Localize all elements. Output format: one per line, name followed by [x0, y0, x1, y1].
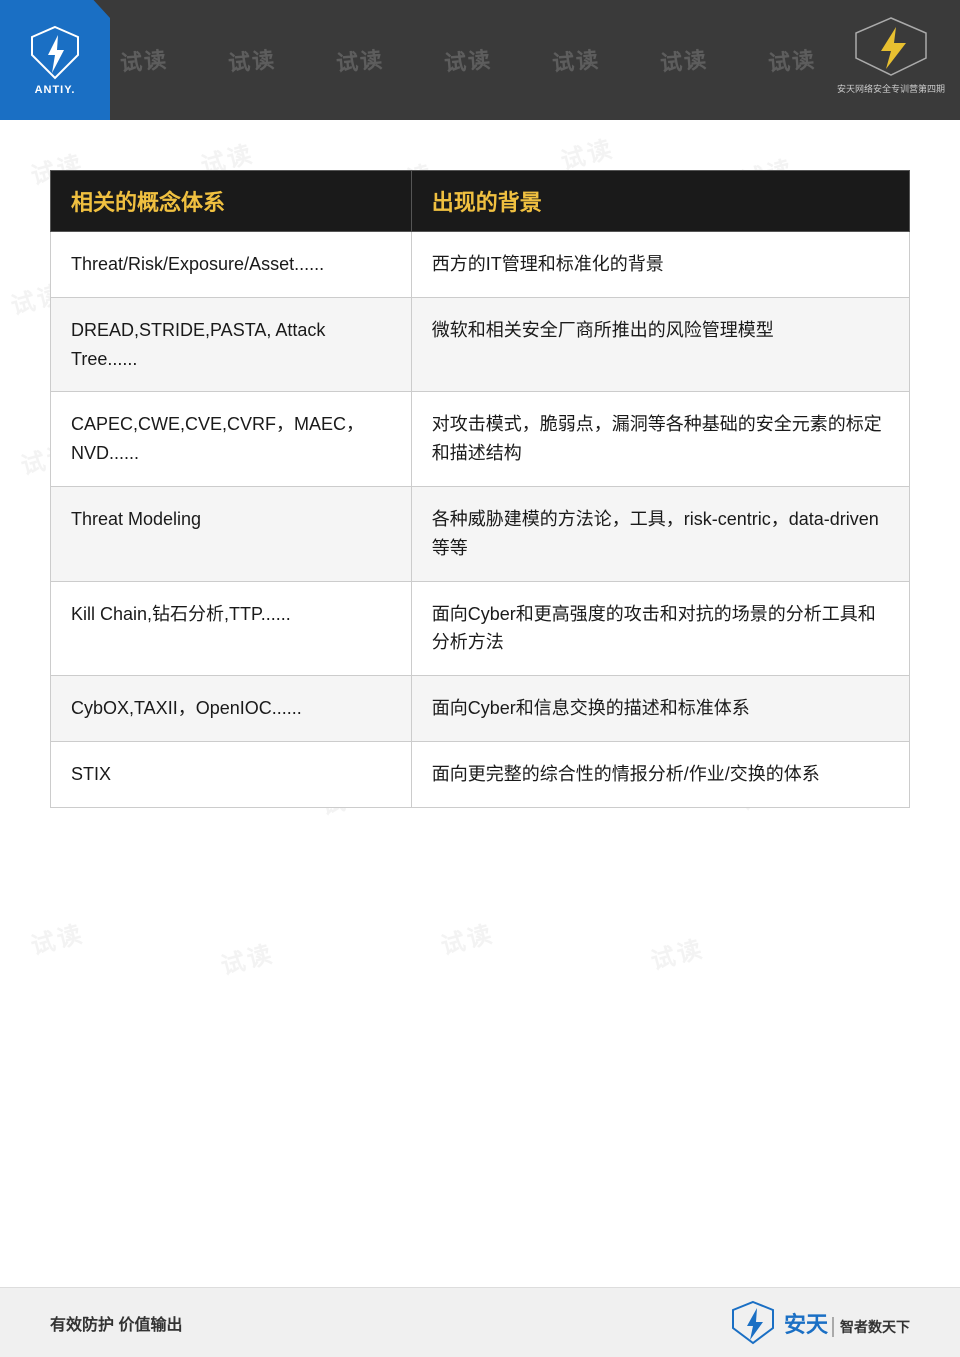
table-cell-left-0: Threat/Risk/Exposure/Asset...... — [51, 232, 412, 298]
table-cell-right-4: 面向Cyber和更高强度的攻击和对抗的场景的分析工具和分析方法 — [411, 581, 909, 676]
header-brand: 安天网络安全专训营第四期 — [837, 10, 945, 95]
table-cell-right-3: 各种威胁建模的方法论，工具，risk-centric，data-driven等等 — [411, 486, 909, 581]
table-row: CybOX,TAXII，OpenIOC......面向Cyber和信息交换的描述… — [51, 676, 910, 742]
watermark-5: 试读 — [551, 42, 602, 78]
table-cell-right-1: 微软和相关安全厂商所推出的风险管理模型 — [411, 297, 909, 392]
brand-logo — [846, 10, 936, 80]
table-row: Threat/Risk/Exposure/Asset......西方的IT管理和… — [51, 232, 910, 298]
table-row: STIX面向更完整的综合性的情报分析/作业/交换的体系 — [51, 741, 910, 807]
header-watermark-container: 试读 试读 试读 试读 试读 试读 试读 — [0, 0, 960, 120]
concept-table: 相关的概念体系 出现的背景 Threat/Risk/Exposure/Asset… — [50, 170, 910, 808]
table-cell-left-5: CybOX,TAXII，OpenIOC...... — [51, 676, 412, 742]
table-cell-left-4: Kill Chain,钻石分析,TTP...... — [51, 581, 412, 676]
footer-brand-area: 安天 智者数天下 — [731, 1300, 910, 1345]
table-row: CAPEC,CWE,CVE,CVRF，MAEC，NVD......对攻击模式，脆… — [51, 392, 910, 487]
logo-box: ANTIY. — [0, 0, 110, 120]
col2-header: 出现的背景 — [411, 171, 909, 232]
watermark-4: 试读 — [443, 42, 494, 78]
bwm-26: 试读 — [436, 914, 497, 962]
table-row: DREAD,STRIDE,PASTA, Attack Tree......微软和… — [51, 297, 910, 392]
table-row: Threat Modeling各种威胁建模的方法论，工具，risk-centri… — [51, 486, 910, 581]
header: ANTIY. 试读 试读 试读 试读 试读 试读 试读 安天网络安全专训营第四期 — [0, 0, 960, 120]
bwm-27: 试读 — [646, 929, 707, 977]
logo-text: ANTIY. — [35, 84, 76, 96]
watermark-7: 试读 — [767, 42, 818, 78]
main-content: 相关的概念体系 出现的背景 Threat/Risk/Exposure/Asset… — [0, 120, 960, 848]
footer-brand-icon — [731, 1300, 776, 1345]
footer: 有效防护 价值输出 安天 智者数天下 — [0, 1287, 960, 1357]
footer-brand-antiy: 安天 — [784, 1307, 828, 1339]
footer-brand-sub: 智者数天下 — [832, 1317, 910, 1337]
watermark-6: 试读 — [659, 42, 710, 78]
table-cell-left-1: DREAD,STRIDE,PASTA, Attack Tree...... — [51, 297, 412, 392]
antiy-logo-icon — [30, 25, 80, 80]
table-row: Kill Chain,钻石分析,TTP......面向Cyber和更高强度的攻击… — [51, 581, 910, 676]
table-cell-left-3: Threat Modeling — [51, 486, 412, 581]
bwm-24: 试读 — [26, 914, 87, 962]
footer-left-text: 有效防护 价值输出 — [50, 1311, 182, 1335]
watermark-3: 试读 — [335, 42, 386, 78]
brand-sub-text: 安天网络安全专训营第四期 — [837, 82, 945, 95]
table-cell-right-2: 对攻击模式，脆弱点，漏洞等各种基础的安全元素的标定和描述结构 — [411, 392, 909, 487]
table-cell-left-6: STIX — [51, 741, 412, 807]
table-cell-right-5: 面向Cyber和信息交换的描述和标准体系 — [411, 676, 909, 742]
watermark-2: 试读 — [227, 42, 278, 78]
col1-header: 相关的概念体系 — [51, 171, 412, 232]
table-cell-right-0: 西方的IT管理和标准化的背景 — [411, 232, 909, 298]
table-cell-left-2: CAPEC,CWE,CVE,CVRF，MAEC，NVD...... — [51, 392, 412, 487]
table-cell-right-6: 面向更完整的综合性的情报分析/作业/交换的体系 — [411, 741, 909, 807]
footer-brand-name-area: 安天 智者数天下 — [784, 1307, 910, 1339]
bwm-25: 试读 — [216, 934, 277, 982]
watermark-1: 试读 — [119, 42, 170, 78]
header-watermark-row: 试读 试读 试读 试读 试读 试读 试读 — [0, 0, 960, 120]
brand-logo-icon — [846, 13, 936, 78]
